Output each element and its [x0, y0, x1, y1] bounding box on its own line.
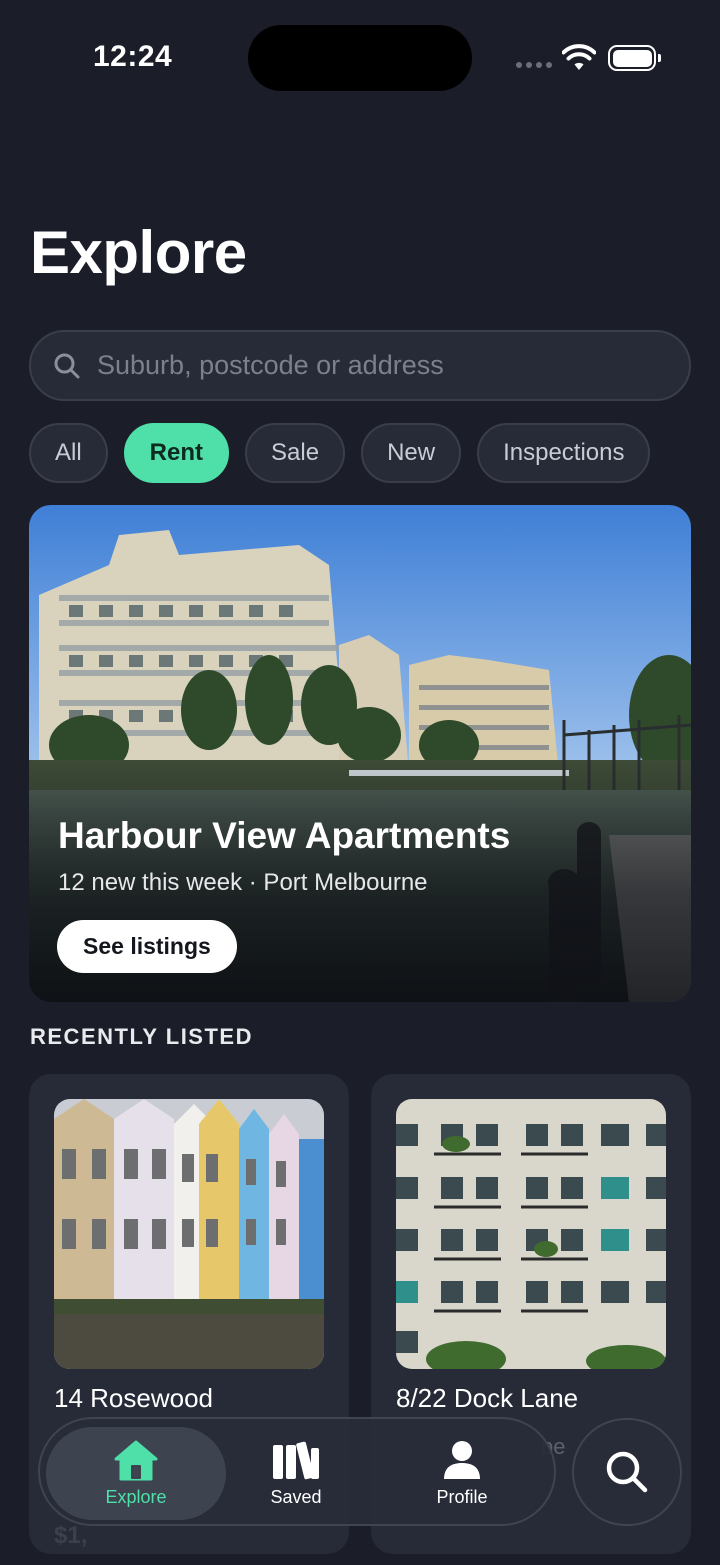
search-bar[interactable] [29, 330, 691, 401]
library-icon [273, 1441, 319, 1480]
filter-chip-rent[interactable]: Rent [123, 423, 230, 483]
see-listings-button[interactable]: See listings [57, 920, 237, 973]
listing-photo [54, 1099, 324, 1369]
filter-chip-inspections[interactable]: Inspections [477, 423, 651, 483]
filter-chips: All Rent Sale New Inspections [29, 423, 651, 483]
dynamic-island [248, 25, 472, 91]
listing-title: 14 Rosewood [54, 1383, 213, 1413]
filter-chip-new[interactable]: New [361, 423, 462, 483]
tab-bar: Explore Saved Profile [38, 1417, 556, 1526]
person-icon [444, 1441, 480, 1479]
battery-icon [608, 45, 661, 71]
search-icon [54, 353, 80, 378]
wifi-icon [562, 44, 596, 70]
featured-card[interactable]: Harbour View Apartments 12 new this week… [29, 505, 691, 1002]
filter-chip-sale[interactable]: Sale [245, 423, 346, 483]
search-icon [606, 1451, 648, 1493]
status-time: 12:24 [93, 40, 173, 73]
tab-label: Profile [436, 1487, 488, 1507]
home-icon [114, 1440, 158, 1481]
cellular-signal-icon [516, 62, 552, 68]
filter-chip-all[interactable]: All [29, 423, 108, 483]
featured-subtitle: 12 new this week · Port Melbourne [58, 869, 428, 896]
search-input[interactable] [97, 350, 637, 381]
tab-explore[interactable]: Explore [46, 1427, 226, 1520]
status-bar: 12:24 [0, 0, 720, 120]
search-button[interactable] [572, 1418, 682, 1526]
listing-photo [396, 1099, 666, 1369]
section-heading-recently-listed: RECENTLY LISTED [30, 1024, 253, 1049]
listing-title: 8/22 Dock Lane [396, 1383, 579, 1413]
tab-label: Saved [270, 1487, 322, 1507]
page-title: Explore [30, 219, 247, 286]
tab-saved[interactable]: Saved [236, 1427, 356, 1520]
listing-price: $1, [54, 1522, 88, 1549]
tab-profile[interactable]: Profile [402, 1427, 522, 1520]
tab-label: Explore [105, 1487, 167, 1507]
featured-title: Harbour View Apartments [58, 815, 511, 856]
